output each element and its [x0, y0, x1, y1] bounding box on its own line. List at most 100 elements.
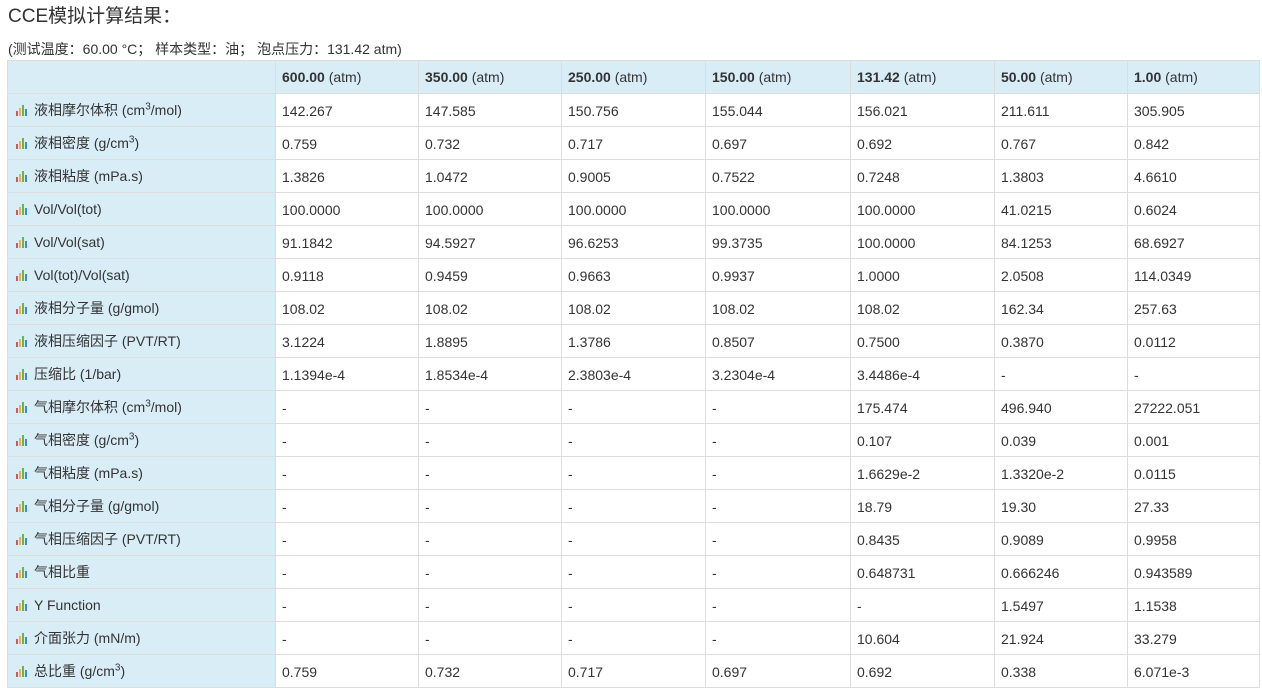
table-cell: -	[275, 489, 419, 523]
bar-chart-icon[interactable]	[16, 171, 29, 182]
property-label-cell: 压缩比 (1/bar)	[7, 357, 276, 391]
table-cell: -	[275, 456, 419, 490]
table-cell: 0.039	[994, 423, 1128, 457]
table-cell: 100.0000	[561, 192, 706, 226]
property-unit-suffix: /mol)	[150, 399, 182, 415]
bar-chart-icon[interactable]	[16, 468, 29, 479]
table-cell: 0.717	[561, 126, 706, 160]
property-name: 压缩比 (1/bar)	[34, 366, 122, 382]
pressure-column-header: 600.00 (atm)	[275, 60, 419, 94]
table-cell: 1.5497	[994, 588, 1128, 622]
test-conditions: (测试温度：60.00 °C； 样本类型：油； 泡点压力：131.42 atm)	[8, 41, 402, 57]
table-cell: 114.0349	[1127, 258, 1260, 292]
table-cell: 91.1842	[275, 225, 419, 259]
property-label-cell: 气相比重	[7, 555, 276, 589]
table-cell: 100.0000	[705, 192, 851, 226]
table-cell: 1.3786	[561, 324, 706, 358]
table-cell: 1.6629e-2	[850, 456, 995, 490]
property-name: Y Function	[34, 597, 101, 613]
pressure-value: 600.00	[282, 69, 325, 85]
table-cell: 100.0000	[275, 192, 419, 226]
table-cell: 0.0112	[1127, 324, 1260, 358]
table-cell: 1.0000	[850, 258, 995, 292]
bar-chart-icon[interactable]	[16, 270, 29, 281]
bar-chart-icon[interactable]	[16, 303, 29, 314]
page-title: CCE模拟计算结果：	[8, 6, 182, 27]
table-cell: 1.3320e-2	[994, 456, 1128, 490]
table-cell: -	[561, 489, 706, 523]
table-row: 液相密度 (g/cm3) 0.759 0.732 0.717 0.697 0.692 0.7…	[7, 126, 1260, 160]
pressure-column-header: 50.00 (atm)	[994, 60, 1128, 94]
bar-chart-icon[interactable]	[16, 666, 29, 677]
table-cell: 100.0000	[850, 225, 995, 259]
table-cell: 3.1224	[275, 324, 419, 358]
bar-chart-icon[interactable]	[16, 402, 29, 413]
table-cell: 1.8895	[418, 324, 562, 358]
pressure-unit: (atm)	[758, 69, 792, 85]
table-cell: 0.692	[850, 126, 995, 160]
table-cell: -	[275, 522, 419, 556]
table-cell: 2.0508	[994, 258, 1128, 292]
bar-chart-icon[interactable]	[16, 237, 29, 248]
bar-chart-icon[interactable]	[16, 633, 29, 644]
bar-chart-icon[interactable]	[16, 600, 29, 611]
table-row: Vol/Vol(sat) 91.1842 94.5927 96.6253 99.3735…	[7, 225, 1260, 259]
cce-results-table: 600.00 (atm) 350.00 (atm) 250.00 (atm) 150.…	[7, 60, 1260, 688]
table-cell: 27222.051	[1127, 390, 1260, 424]
table-cell: 96.6253	[561, 225, 706, 259]
bar-chart-icon[interactable]	[16, 204, 29, 215]
table-cell: 0.9459	[418, 258, 562, 292]
table-cell: 0.8435	[850, 522, 995, 556]
table-cell: 0.692	[850, 654, 995, 688]
table-cell: 68.6927	[1127, 225, 1260, 259]
table-cell: -	[418, 390, 562, 424]
table-cell: 150.756	[561, 93, 706, 127]
bar-chart-icon[interactable]	[16, 435, 29, 446]
table-cell: 0.7248	[850, 159, 995, 193]
table-cell: -	[561, 588, 706, 622]
table-row: 气相密度 (g/cm3) - - - -0.107 0.039 0.001	[7, 423, 1260, 457]
pressure-column-header: 1.00 (atm)	[1127, 60, 1260, 94]
table-cell: 305.905	[1127, 93, 1260, 127]
table-cell: -	[705, 621, 851, 655]
table-cell: -	[561, 621, 706, 655]
table-cell: 0.9005	[561, 159, 706, 193]
table-cell: 108.02	[418, 291, 562, 325]
property-label-cell: Vol/Vol(sat)	[7, 225, 276, 259]
property-name: 气相粘度 (mPa.s)	[34, 465, 143, 481]
property-unit-suffix: )	[134, 135, 140, 151]
table-cell: 162.34	[994, 291, 1128, 325]
bar-chart-icon[interactable]	[16, 501, 29, 512]
pressure-column-header: 250.00 (atm)	[561, 60, 706, 94]
table-cell: -	[994, 357, 1128, 391]
table-cell: 108.02	[561, 291, 706, 325]
bar-chart-icon[interactable]	[16, 336, 29, 347]
table-cell: -	[418, 555, 562, 589]
property-label-cell: Y Function	[7, 588, 276, 622]
table-cell: -	[418, 621, 562, 655]
bar-chart-icon[interactable]	[16, 567, 29, 578]
property-label-cell: 总比重 (g/cm3)	[7, 654, 276, 688]
table-cell: -	[418, 456, 562, 490]
table-cell: 0.759	[275, 126, 419, 160]
table-cell: 108.02	[275, 291, 419, 325]
table-cell: 0.666246	[994, 555, 1128, 589]
table-cell: 0.7522	[705, 159, 851, 193]
table-cell: 100.0000	[418, 192, 562, 226]
table-cell: 1.3803	[994, 159, 1128, 193]
pressure-unit: (atm)	[903, 69, 937, 85]
header-corner	[7, 60, 276, 94]
bar-chart-icon[interactable]	[16, 369, 29, 380]
bar-chart-icon[interactable]	[16, 138, 29, 149]
property-label-cell: 液相压缩因子 (PVT/RT)	[7, 324, 276, 358]
table-cell: -	[418, 588, 562, 622]
table-cell: -	[275, 423, 419, 457]
table-cell: -	[418, 522, 562, 556]
bar-chart-icon[interactable]	[16, 534, 29, 545]
table-cell: 211.611	[994, 93, 1128, 127]
pressure-value: 350.00	[425, 69, 468, 85]
bar-chart-icon[interactable]	[16, 105, 29, 116]
table-cell: 84.1253	[994, 225, 1128, 259]
table-cell: -	[705, 522, 851, 556]
table-cell: 0.338	[994, 654, 1128, 688]
